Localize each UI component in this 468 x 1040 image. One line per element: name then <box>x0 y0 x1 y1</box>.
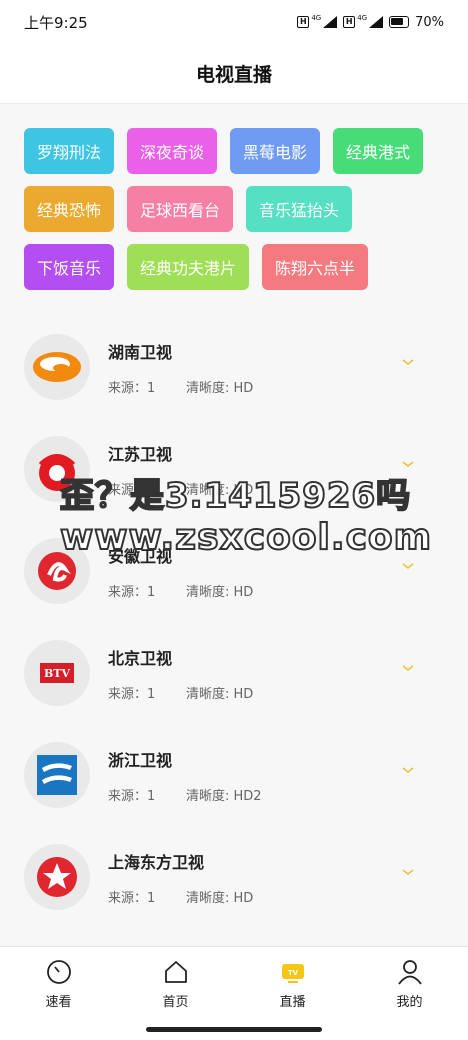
channel-list: 湖南卫视 来源：1 清晰度: HD 江苏卫视 来源：1 清晰度: HD 安徽卫视 来… <box>0 316 468 928</box>
tv-icon: TV <box>281 964 304 983</box>
chevron-down-icon[interactable] <box>402 560 414 572</box>
channel-quality: 清晰度: HD <box>186 482 254 498</box>
signal-icon: H 4G <box>343 14 384 28</box>
tag-button[interactable]: 罗翔刑法 <box>24 128 115 174</box>
channel-source: 来源：1 <box>108 788 156 804</box>
channel-source: 来源：1 <box>108 686 156 702</box>
channel-source: 来源：1 <box>108 584 156 600</box>
channel-quality: 清晰度: HD <box>186 584 254 600</box>
channel-quality: 清晰度: HD <box>186 890 254 906</box>
user-icon <box>397 960 422 985</box>
hunan-tv-logo <box>24 334 90 400</box>
channel-name: 浙江卫视 <box>108 750 173 770</box>
btv-logo: BTV <box>24 640 90 706</box>
tab-label: 我的 <box>396 995 423 1010</box>
chevron-down-icon[interactable] <box>402 662 414 674</box>
tag-button[interactable]: 深夜奇谈 <box>127 128 218 174</box>
chevron-down-icon[interactable] <box>402 356 414 368</box>
channel-name: 江苏卫视 <box>108 444 173 464</box>
channel-name: 上海东方卫视 <box>108 852 205 872</box>
channel-item-hunan[interactable]: 湖南卫视 来源：1 清晰度: HD <box>0 316 468 418</box>
home-icon <box>164 961 187 983</box>
tag-button[interactable]: 经典恐怖 <box>24 186 115 232</box>
tab-mine[interactable]: 我的 <box>351 947 468 1022</box>
channel-name: 北京卫视 <box>108 648 173 668</box>
svg-text:TV: TV <box>287 969 298 977</box>
zhejiang-tv-logo <box>24 742 90 808</box>
bottom-tab-bar: 速看 首页 TV 直播 我的 <box>0 946 468 1022</box>
tab-label: 首页 <box>162 995 189 1010</box>
header: 电视直播 <box>0 44 468 104</box>
battery-icon <box>389 16 410 28</box>
tab-label: 直播 <box>279 995 306 1010</box>
signal-icon: H 4G <box>297 14 338 28</box>
tag-button[interactable]: 音乐猛抬头 <box>246 186 353 232</box>
btv-logo-mark: BTV <box>40 663 74 683</box>
dragon-tv-logo <box>24 844 90 910</box>
page-title: 电视直播 <box>195 64 272 86</box>
channel-quality: 清晰度: HD <box>186 686 254 702</box>
channel-source: 来源：1 <box>108 890 156 906</box>
status-bar: 上午9:25 H 4G H 4G 70% <box>0 0 468 44</box>
channel-item-anhui[interactable]: 安徽卫视 来源：1 清晰度: HD <box>0 520 468 622</box>
channel-item-zhejiang[interactable]: 浙江卫视 来源：1 清晰度: HD2 <box>0 724 468 826</box>
channel-name: 安徽卫视 <box>108 546 173 566</box>
tag-button[interactable]: 经典功夫港片 <box>127 244 250 290</box>
channel-item-jiangsu[interactable]: 江苏卫视 来源：1 清晰度: HD <box>0 418 468 520</box>
tag-button[interactable]: 黑莓电影 <box>230 128 321 174</box>
channel-item-dragon[interactable]: 上海东方卫视 来源：1 清晰度: HD <box>0 826 468 928</box>
channel-quality: 清晰度: HD <box>186 380 254 396</box>
anhui-tv-logo <box>24 538 90 604</box>
tag-button[interactable]: 陈翔六点半 <box>262 244 369 290</box>
channel-quality: 清晰度: HD2 <box>186 788 262 804</box>
tag-button[interactable]: 足球西看台 <box>127 186 234 232</box>
chevron-down-icon[interactable] <box>402 458 414 470</box>
jiangsu-tv-logo <box>24 436 90 502</box>
channel-name: 湖南卫视 <box>108 342 173 362</box>
battery-level: 70% <box>415 14 444 30</box>
tab-home[interactable]: 首页 <box>117 947 234 1022</box>
home-indicator[interactable] <box>146 1027 322 1032</box>
channel-item-beijing[interactable]: BTV 北京卫视 来源：1 清晰度: HD <box>0 622 468 724</box>
clock-icon <box>46 960 71 984</box>
tab-label: 速看 <box>45 995 72 1010</box>
chevron-down-icon[interactable] <box>402 866 414 878</box>
tag-button[interactable]: 下饭音乐 <box>24 244 115 290</box>
tab-live[interactable]: TV 直播 <box>234 947 351 1022</box>
category-tags: 罗翔刑法 深夜奇谈 黑莓电影 经典港式 经典恐怖 足球西看台 音乐猛抬头 下饭音… <box>24 128 444 302</box>
channel-source: 来源：1 <box>108 482 156 498</box>
status-icons: H 4G H 4G 70% <box>297 14 444 30</box>
status-time: 上午9:25 <box>24 13 88 32</box>
tag-row: 经典恐怖 足球西看台 音乐猛抬头 <box>24 186 444 232</box>
chevron-down-icon[interactable] <box>402 764 414 776</box>
channel-source: 来源：1 <box>108 380 156 396</box>
tag-row: 下饭音乐 经典功夫港片 陈翔六点半 <box>24 244 444 290</box>
tag-button[interactable]: 经典港式 <box>333 128 424 174</box>
tag-row: 罗翔刑法 深夜奇谈 黑莓电影 经典港式 <box>24 128 444 174</box>
tab-quick-watch[interactable]: 速看 <box>0 947 117 1022</box>
